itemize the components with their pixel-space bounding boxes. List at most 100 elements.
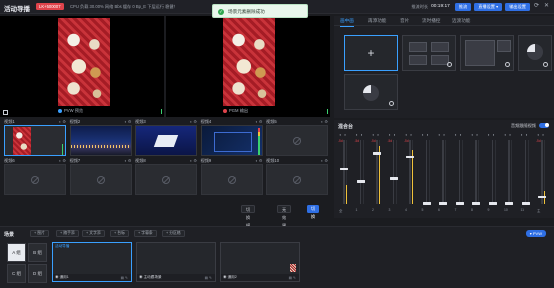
headphone-icon[interactable]: ◖ xyxy=(422,132,424,137)
fader-knob[interactable] xyxy=(439,202,447,205)
fader-track[interactable] xyxy=(442,140,444,204)
source-preview[interactable] xyxy=(266,164,328,195)
pvw-monitor[interactable]: PVW 预览 xyxy=(0,16,164,117)
fader-track[interactable] xyxy=(376,140,378,204)
fader-knob[interactable] xyxy=(472,202,480,205)
delete-icon[interactable] xyxy=(447,62,452,67)
tab-4[interactable]: 流时播控 xyxy=(422,18,440,24)
source-settings-icon[interactable]: ◐ ⚙ xyxy=(190,158,197,163)
mute-icon[interactable]: ◗ xyxy=(509,132,511,137)
headphone-icon[interactable]: ◖ xyxy=(372,132,374,137)
fader-track[interactable] xyxy=(343,140,345,204)
source-slot[interactable]: 视频10 ◐ ⚙ xyxy=(266,158,328,195)
fader-track[interactable] xyxy=(359,140,361,204)
headphone-icon[interactable]: ◖ xyxy=(488,132,490,137)
source-preview[interactable] xyxy=(4,125,66,156)
mute-icon[interactable]: ◗ xyxy=(344,132,346,137)
scene-tool-button[interactable]: + 文字添 xyxy=(82,230,105,237)
mute-icon[interactable]: ◗ xyxy=(394,132,396,137)
effect-select[interactable]: 无效果 ▾ xyxy=(277,205,292,236)
tab-1[interactable]: 画中画 xyxy=(340,18,354,27)
mute-icon[interactable]: ◗ xyxy=(361,132,363,137)
source-settings-icon[interactable]: ◐ ⚙ xyxy=(124,158,131,163)
fader-track[interactable] xyxy=(491,140,493,204)
layout-card-quad[interactable] xyxy=(402,35,456,71)
fader-knob[interactable] xyxy=(422,202,431,205)
scene-actions-icon[interactable]: ▤ ✎ xyxy=(205,276,212,280)
source-settings-icon[interactable]: ◐ ⚙ xyxy=(255,158,262,163)
delete-icon[interactable] xyxy=(389,101,394,106)
close-icon[interactable]: ✕ xyxy=(543,3,550,10)
fader-track[interactable] xyxy=(409,140,411,204)
fader-knob[interactable] xyxy=(488,202,497,205)
source-slot[interactable]: 视频7 ◐ ⚙ xyxy=(69,158,132,195)
source-slot[interactable]: 视频3 ◐ ⚙ xyxy=(135,119,197,156)
source-slot[interactable]: 视频1 ◐ ⚙ xyxy=(4,119,66,156)
fader-knob[interactable] xyxy=(521,202,530,205)
mute-icon[interactable]: ◗ xyxy=(410,132,412,137)
mute-icon[interactable]: ◗ xyxy=(542,132,544,137)
layout-card-side[interactable] xyxy=(460,35,514,71)
fader-knob[interactable] xyxy=(356,180,365,183)
source-preview[interactable] xyxy=(135,164,197,195)
live-settings-button[interactable]: 直播设置 ▾ xyxy=(474,2,503,11)
source-settings-icon[interactable]: ◐ ⚙ xyxy=(255,119,262,124)
fullscreen-icon[interactable] xyxy=(3,110,8,115)
source-preview[interactable] xyxy=(69,164,132,195)
fader-track[interactable] xyxy=(541,140,543,204)
scene-card[interactable]: 活动导播 ◉ 通用1 ▤ ✎ xyxy=(52,242,132,282)
add-layout-card[interactable]: + xyxy=(344,35,398,71)
source-settings-icon[interactable]: ◐ ⚙ xyxy=(124,119,131,124)
delete-icon[interactable] xyxy=(505,62,510,67)
source-preview[interactable] xyxy=(200,125,263,156)
source-settings-icon[interactable]: ◐ ⚙ xyxy=(321,158,328,163)
fader-track[interactable] xyxy=(475,140,477,204)
mute-icon[interactable]: ◗ xyxy=(493,132,495,137)
source-preview[interactable] xyxy=(4,164,66,195)
delete-icon[interactable] xyxy=(543,62,548,67)
source-slot[interactable]: 视频6 ◐ ⚙ xyxy=(4,158,66,195)
scene-tool-button[interactable]: + 台标 xyxy=(110,230,129,237)
headphone-icon[interactable]: ◖ xyxy=(339,132,341,137)
pvw-target-button[interactable]: ▾ PVW xyxy=(525,230,546,237)
headphone-icon[interactable]: ◖ xyxy=(504,132,506,137)
fader-knob[interactable] xyxy=(455,202,464,205)
source-preview[interactable] xyxy=(135,125,197,156)
headphone-icon[interactable]: ◖ xyxy=(438,132,440,137)
source-settings-icon[interactable]: ◐ ⚙ xyxy=(321,119,328,124)
push-button[interactable]: 推流 xyxy=(454,2,472,11)
mute-icon[interactable]: ◗ xyxy=(427,132,429,137)
scene-tool-button[interactable]: + 图片 xyxy=(30,230,49,237)
scene-group-button[interactable]: A 组 xyxy=(7,243,26,262)
mute-icon[interactable]: ◗ xyxy=(443,132,445,137)
fader-track[interactable] xyxy=(458,140,460,204)
headphone-icon[interactable]: ◖ xyxy=(455,132,457,137)
scene-group-button[interactable]: B 组 xyxy=(28,243,47,262)
fader-track[interactable] xyxy=(392,140,394,204)
headphone-icon[interactable]: ◖ xyxy=(405,132,407,137)
fader-knob[interactable] xyxy=(406,155,414,158)
follow-video-toggle[interactable] xyxy=(539,122,549,128)
pgm-monitor[interactable]: PGM 输出 xyxy=(166,16,330,117)
fader-track[interactable] xyxy=(508,140,510,204)
headphone-icon[interactable]: ◖ xyxy=(521,132,523,137)
mute-icon[interactable]: ◗ xyxy=(526,132,528,137)
fader-track[interactable] xyxy=(524,140,526,204)
mute-icon[interactable]: ◗ xyxy=(460,132,462,137)
source-slot[interactable]: 视频9 ◐ ⚙ xyxy=(200,158,263,195)
mute-icon[interactable]: ◗ xyxy=(476,132,478,137)
transition-select[interactable]: 切换模式 ▾ xyxy=(241,205,256,244)
refresh-icon[interactable]: ⟳ xyxy=(533,3,540,10)
source-settings-icon[interactable]: ◐ ⚙ xyxy=(190,119,197,124)
fader-knob[interactable] xyxy=(505,202,513,205)
source-slot[interactable]: 视频4 ◐ ⚙ xyxy=(200,119,263,156)
fader-knob[interactable] xyxy=(538,195,546,199)
headphone-icon[interactable]: ◖ xyxy=(537,132,539,137)
layout-card-pie2[interactable] xyxy=(344,74,398,110)
scene-tool-button[interactable]: + 字幕条 xyxy=(134,230,157,237)
mute-icon[interactable]: ◗ xyxy=(377,132,379,137)
scene-actions-icon[interactable]: ▤ ✎ xyxy=(121,276,128,280)
source-preview[interactable] xyxy=(266,125,328,156)
source-slot[interactable]: 视频8 ◐ ⚙ xyxy=(135,158,197,195)
source-settings-icon[interactable]: ◐ ⚙ xyxy=(59,119,66,124)
